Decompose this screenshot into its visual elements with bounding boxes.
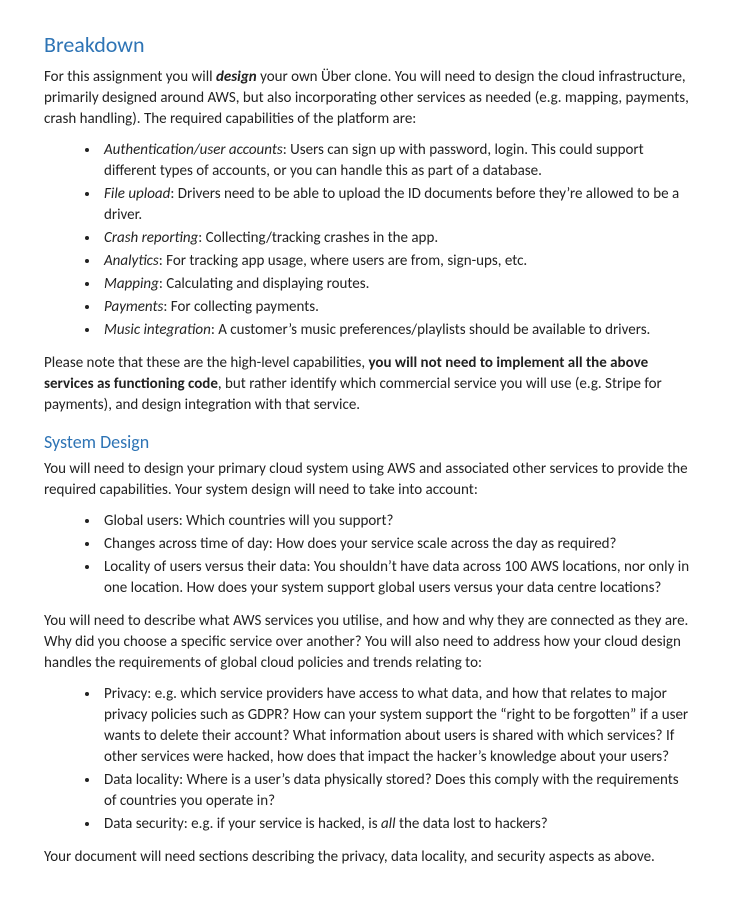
aws-paragraph: You will need to describe what AWS servi… (44, 611, 694, 674)
capability-desc: : For tracking app usage, where users ar… (159, 252, 527, 270)
capability-title: Analytics (104, 252, 159, 270)
heading-breakdown: Breakdown (44, 30, 694, 61)
list-item: Mapping: Calculating and displaying rout… (100, 274, 694, 295)
list-item: Authentication/user accounts: Users can … (100, 140, 694, 182)
text: Data security: e.g. if your service is h… (104, 815, 381, 833)
list-item: Privacy: e.g. which service providers ha… (100, 684, 694, 768)
capability-title: Crash reporting (104, 229, 198, 247)
emphasis-all: all (381, 815, 396, 833)
text: For this assignment you will (44, 68, 216, 86)
list-item: Data security: e.g. if your service is h… (100, 814, 694, 835)
list-item: Data locality: Where is a user’s data ph… (100, 770, 694, 812)
system-design-intro: You will need to design your primary clo… (44, 459, 694, 501)
capability-title: File upload (104, 185, 170, 203)
closing-paragraph: Your document will need sections describ… (44, 847, 694, 868)
list-item: Music integration: A customer’s music pr… (100, 320, 694, 341)
text: the data lost to hackers? (396, 815, 548, 833)
list-item: Crash reporting: Collecting/tracking cra… (100, 228, 694, 249)
capability-title: Authentication/user accounts (104, 141, 283, 159)
capabilities-list: Authentication/user accounts: Users can … (44, 140, 694, 341)
intro-paragraph: For this assignment you will design your… (44, 67, 694, 130)
capability-desc: : Collecting/tracking crashes in the app… (198, 229, 438, 247)
list-item: Global users: Which countries will you s… (100, 511, 694, 532)
capability-title: Music integration (104, 321, 211, 339)
capability-desc: : Drivers need to be able to upload the … (104, 185, 679, 224)
capability-title: Mapping (104, 275, 159, 293)
system-design-list: Global users: Which countries will you s… (44, 511, 694, 599)
heading-system-design: System Design (44, 430, 694, 455)
capability-desc: : A customer’s music preferences/playlis… (211, 321, 651, 339)
list-item: Analytics: For tracking app usage, where… (100, 251, 694, 272)
list-item: Locality of users versus their data: You… (100, 557, 694, 599)
emphasis-design: design (216, 68, 257, 86)
note-paragraph: Please note that these are the high-leve… (44, 353, 694, 416)
list-item: Payments: For collecting payments. (100, 297, 694, 318)
list-item: File upload: Drivers need to be able to … (100, 184, 694, 226)
text: Please note that these are the high-leve… (44, 354, 368, 372)
capability-desc: : Calculating and displaying routes. (159, 275, 370, 293)
capability-title: Payments (104, 298, 163, 316)
policies-list: Privacy: e.g. which service providers ha… (44, 684, 694, 835)
list-item: Changes across time of day: How does you… (100, 534, 694, 555)
capability-desc: : For collecting payments. (163, 298, 319, 316)
